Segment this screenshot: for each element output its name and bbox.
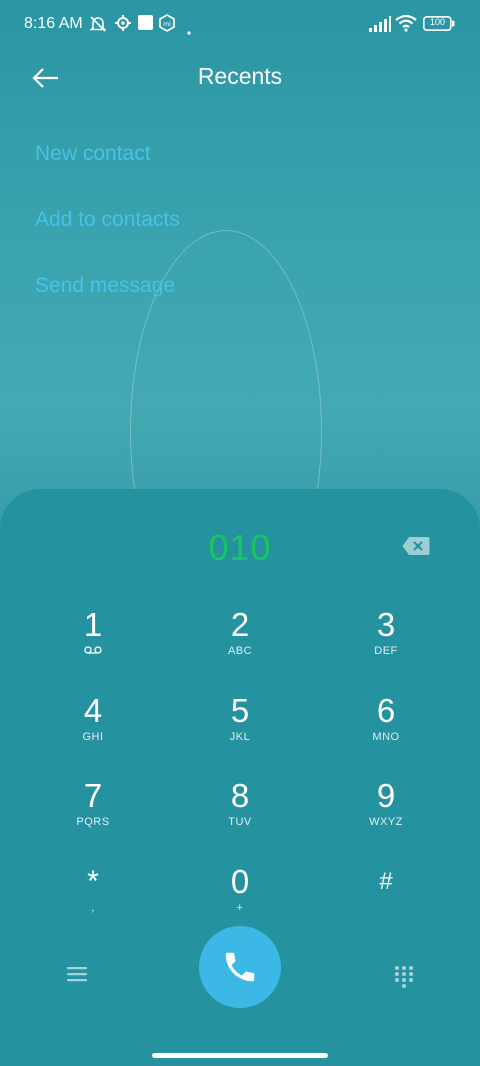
key-letters: + — [236, 902, 244, 914]
add-to-contacts-link[interactable]: Add to contacts — [35, 206, 180, 272]
key-letters: TUV — [228, 816, 252, 828]
key-digit: 3 — [376, 606, 396, 643]
new-contact-link[interactable]: New contact — [35, 140, 180, 206]
action-list: New contact Add to contacts Send message — [35, 140, 180, 338]
key-digit: * — [87, 865, 99, 898]
key-2[interactable]: 2 ABC — [180, 607, 300, 687]
svg-text:mi: mi — [163, 21, 171, 28]
voicemail-icon — [33, 645, 153, 658]
key-digit: 8 — [230, 777, 250, 814]
backspace-icon — [402, 537, 430, 555]
key-letters: MNO — [372, 731, 400, 743]
key-letters: GHI — [82, 731, 104, 743]
home-indicator[interactable] — [152, 1053, 328, 1058]
dot-icon — [187, 22, 191, 40]
key-digit: 6 — [376, 692, 396, 729]
key-5[interactable]: 5 JKL — [180, 693, 300, 773]
key-letters: DEF — [374, 645, 398, 657]
dialpad-toggle-button[interactable] — [394, 965, 414, 989]
battery-level: 100 — [429, 17, 446, 27]
signal-icon — [369, 16, 391, 37]
key-star[interactable]: * , — [33, 864, 153, 944]
key-digit: 9 — [376, 777, 396, 814]
key-hash[interactable]: # — [326, 864, 446, 944]
send-message-link[interactable]: Send message — [35, 272, 180, 338]
header: Recents — [0, 48, 480, 108]
menu-button[interactable] — [66, 965, 88, 983]
key-letters: PQRS — [76, 816, 110, 828]
backspace-button[interactable] — [402, 536, 430, 556]
key-3[interactable]: 3 DEF — [326, 607, 446, 687]
key-digit: 2 — [230, 606, 250, 643]
battery-icon: 100 — [423, 16, 455, 36]
phone-icon — [225, 952, 255, 982]
status-bar: 8:16 AM mi 100 — [0, 0, 480, 48]
key-digit: 0 — [230, 863, 250, 900]
dialpad-icon — [395, 966, 413, 988]
key-letters: JKL — [229, 731, 251, 743]
key-4[interactable]: 4 GHI — [33, 693, 153, 773]
call-button[interactable] — [199, 926, 281, 1008]
key-digit: # — [379, 868, 393, 895]
key-digit: 7 — [83, 777, 103, 814]
key-digit: 4 — [83, 692, 103, 729]
square-icon — [138, 15, 153, 35]
key-letters: WXYZ — [369, 816, 403, 828]
key-digit: 1 — [83, 606, 103, 643]
menu-icon — [67, 967, 87, 982]
dial-panel: 010 1 2 ABC 3 DEF 4 GHI 5 JKL 6 MNO 7 PQ… — [0, 489, 480, 1066]
wifi-icon — [395, 14, 417, 37]
settings-icon — [114, 14, 132, 37]
shield-icon: mi — [159, 14, 175, 37]
key-7[interactable]: 7 PQRS — [33, 778, 153, 858]
key-8[interactable]: 8 TUV — [180, 778, 300, 858]
key-letters: ABC — [227, 645, 253, 657]
key-letters: , — [91, 902, 95, 914]
key-digit: 5 — [230, 692, 250, 729]
key-9[interactable]: 9 WXYZ — [326, 778, 446, 858]
key-6[interactable]: 6 MNO — [326, 693, 446, 773]
status-time: 8:16 AM — [24, 15, 83, 32]
mute-icon — [88, 14, 108, 39]
page-title: Recents — [197, 63, 283, 89]
key-1[interactable]: 1 — [33, 607, 153, 687]
